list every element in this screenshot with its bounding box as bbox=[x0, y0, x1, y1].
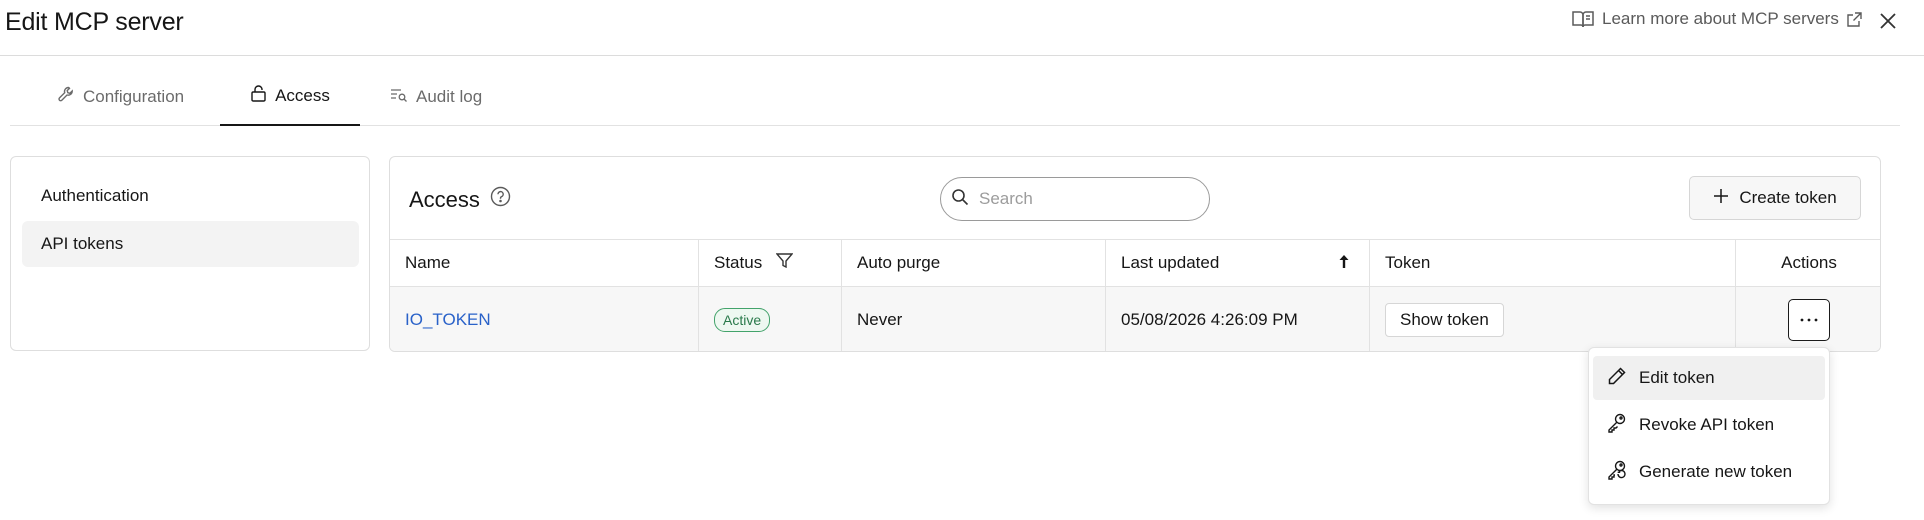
list-search-icon bbox=[390, 87, 408, 107]
sort-ascending-icon[interactable] bbox=[1339, 253, 1349, 273]
table-header: Name Status Auto purge Last updated Toke… bbox=[390, 239, 1880, 287]
ellipsis-icon bbox=[1800, 318, 1818, 322]
column-header-status-label: Status bbox=[714, 253, 763, 272]
plus-icon bbox=[1713, 188, 1729, 209]
column-header-auto-purge[interactable]: Auto purge bbox=[842, 240, 1106, 286]
column-header-name[interactable]: Name bbox=[390, 240, 699, 286]
book-icon bbox=[1572, 10, 1594, 28]
column-header-actions: Actions bbox=[1781, 253, 1837, 272]
menu-item-label: Revoke API token bbox=[1639, 415, 1775, 434]
header-bar: Edit MCP server Learn more about MCP ser… bbox=[0, 0, 1924, 56]
key-refresh-icon bbox=[1607, 460, 1627, 485]
menu-item-label: Edit token bbox=[1639, 368, 1715, 387]
tab-audit-log[interactable]: Audit log bbox=[390, 68, 482, 126]
cell-token: Show token bbox=[1370, 287, 1736, 351]
menu-item-edit-token[interactable]: Edit token bbox=[1593, 356, 1825, 400]
menu-item-label: Generate new token bbox=[1639, 462, 1793, 481]
create-token-button[interactable]: Create token bbox=[1689, 176, 1861, 220]
table-row: IO_TOKEN Active Never 05/08/2026 4:26:09… bbox=[390, 287, 1880, 351]
cell-name: IO_TOKEN bbox=[390, 287, 699, 351]
access-panel: Access Create token Name S bbox=[389, 156, 1881, 352]
cell-status: Active bbox=[699, 287, 842, 351]
column-header-last-updated[interactable]: Last updated bbox=[1106, 240, 1370, 286]
close-button[interactable] bbox=[1876, 9, 1900, 33]
sidebar-item-authentication[interactable]: Authentication bbox=[22, 173, 359, 219]
column-header-token[interactable]: Token bbox=[1370, 240, 1736, 286]
tab-configuration[interactable]: Configuration bbox=[58, 68, 184, 126]
tab-label: Configuration bbox=[83, 87, 185, 106]
access-heading: Access bbox=[409, 186, 511, 213]
search-icon bbox=[951, 188, 969, 211]
help-icon[interactable] bbox=[490, 186, 511, 213]
pencil-icon bbox=[1607, 366, 1627, 391]
learn-more-label: Learn more about MCP servers bbox=[1602, 9, 1839, 28]
filter-icon[interactable] bbox=[775, 253, 794, 273]
row-actions-menu: Edit token Revoke API token Generate new… bbox=[1588, 347, 1830, 505]
learn-more-link[interactable]: Learn more about MCP servers bbox=[1572, 9, 1862, 29]
side-navigation: Authentication API tokens bbox=[10, 156, 370, 351]
tab-access[interactable]: Access bbox=[220, 68, 360, 126]
access-title: Access bbox=[409, 186, 480, 212]
column-header-last-updated-label: Last updated bbox=[1121, 253, 1220, 272]
status-badge: Active bbox=[714, 308, 771, 332]
column-header-status[interactable]: Status bbox=[699, 240, 842, 286]
cell-auto-purge: Never bbox=[842, 287, 1106, 351]
menu-item-revoke-api-token[interactable]: Revoke API token bbox=[1593, 403, 1825, 447]
external-link-icon bbox=[1847, 11, 1862, 27]
row-actions-button[interactable] bbox=[1788, 299, 1830, 341]
key-icon bbox=[1607, 413, 1627, 438]
search-field[interactable] bbox=[940, 177, 1210, 221]
close-icon bbox=[1880, 13, 1896, 29]
menu-item-generate-new-token[interactable]: Generate new token bbox=[1593, 450, 1825, 494]
sidebar-item-api-tokens[interactable]: API tokens bbox=[22, 221, 359, 267]
lock-icon bbox=[250, 85, 267, 107]
search-input[interactable] bbox=[979, 189, 1189, 209]
tab-label: Audit log bbox=[416, 87, 483, 106]
wrench-icon bbox=[58, 86, 75, 108]
page-title: Edit MCP server bbox=[5, 8, 184, 36]
tab-label: Access bbox=[275, 86, 330, 105]
show-token-button[interactable]: Show token bbox=[1385, 303, 1504, 337]
cell-last-updated: 05/08/2026 4:26:09 PM bbox=[1106, 287, 1370, 351]
tab-bar: Configuration Access Audit log bbox=[10, 68, 1900, 126]
create-token-label: Create token bbox=[1739, 188, 1837, 207]
cell-actions bbox=[1736, 287, 1880, 351]
token-name-link[interactable]: IO_TOKEN bbox=[405, 310, 491, 330]
